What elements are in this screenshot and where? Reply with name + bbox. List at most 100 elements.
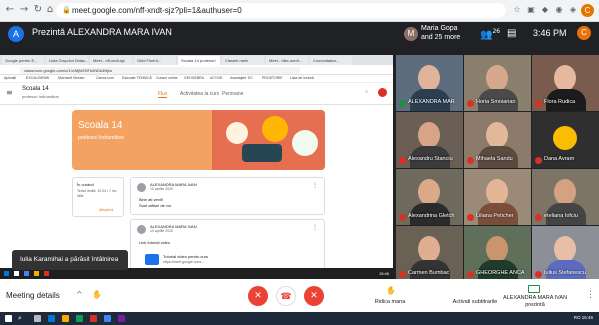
shared-tab: Meet - nff-xndt-sjz [90,56,132,65]
participant-tile[interactable]: ALEXANDRA MAR [396,55,463,111]
shared-tab: Lista Grupului Didac... [46,56,88,65]
windows-icon [4,271,9,276]
participant-name: Dana Avram [544,156,575,162]
self-avatar[interactable]: C [577,26,591,40]
search-icon [14,271,19,276]
bookmark: PROSTORIE [262,76,283,80]
profile-avatar[interactable]: C [581,4,594,17]
mic-off-icon [535,214,542,221]
chrome-icon[interactable] [104,315,111,322]
banner-illustration [212,110,325,170]
search-icon[interactable]: ⌕ [18,314,22,323]
shared-tab: Ghid Fluent... [134,56,176,65]
extension-icon[interactable]: ▣ [526,5,536,15]
more-options-icon[interactable]: ⋮ [586,289,595,300]
people-icon[interactable]: 👥26 [480,28,500,40]
participants-count: 26 [492,28,501,35]
reload-icon[interactable]: ↻ [32,4,44,16]
video-attachment-icon [145,254,159,265]
back-icon[interactable]: ← [4,4,16,16]
participants-line1: Maria Gopa [421,25,458,32]
forward-icon[interactable]: → [18,4,30,16]
app-icon[interactable] [76,315,83,322]
participant-tile[interactable]: Horia Smoiarian [464,55,531,111]
mic-off-icon [467,100,474,107]
shared-screen: Google pentru E... Lista Grupului Didac.… [0,55,393,279]
upcoming-title: În curând [77,182,94,187]
shared-tab: Meet - hike-acmf... [266,56,308,65]
participant-tile[interactable]: Alexandrina Gletch [396,169,463,225]
edge-icon[interactable] [48,315,55,322]
shared-bookmarks-bar: Aplicații EXCALIDRAW Microsoft Stream Ca… [0,75,393,83]
task-view-icon[interactable] [34,315,41,322]
camera-toggle-button[interactable]: ✕ [304,286,324,306]
participant-grid: ALEXANDRA MAR Horia Smoiarian Flora Rudi… [396,55,599,282]
participant-tile[interactable]: Flora Rudica [532,55,599,111]
mic-off-icon [535,157,542,164]
participant-name: Iulius Stefanescu [544,270,586,276]
shared-tab-active: Scoala 14 profesori [178,56,220,65]
upcoming-card: În curând Textul limită: 10.04 • 7 lec r… [72,177,124,217]
extension-icon[interactable]: ◆ [540,5,550,15]
participant-tile[interactable]: Iulius Stefanescu [532,226,599,282]
leave-call-button[interactable]: ☎ [276,286,296,306]
class-name: Scoala 14 [22,86,49,92]
address-bar[interactable]: 🔒 meet.google.com/nff-xndt-sjz?pli=1&aut… [56,3,506,18]
participant-name: Alexandrina Gletch [408,213,455,219]
chat-icon[interactable]: ▤ [507,28,516,39]
app-icon [44,271,49,276]
participant-tile[interactable]: Carmen Bumbac [396,226,463,282]
participant-tile[interactable]: Liliana Peticher [464,169,531,225]
star-icon[interactable]: ☆ [512,5,522,15]
participant-tile[interactable]: Alexandru Stanciu [396,112,463,168]
meet-header: A Prezintă ALEXANDRA MARA IVAN M Maria G… [0,22,599,54]
participants-summary[interactable]: Maria Gopa and 25 more [421,24,481,42]
extension-icon[interactable]: ◉ [554,5,564,15]
participant-video [418,236,440,262]
shared-tray-time: 15:46 [378,271,389,276]
hand-icon[interactable]: ✋ [92,290,102,299]
author-avatar [137,225,146,234]
presenting-name: ALEXANDRA MARA IVAN [502,295,568,301]
bookmark: Educație TEHNICĂ [122,76,152,80]
presenting-indicator[interactable]: ALEXANDRA MARA IVAN prezintă [500,295,570,309]
windows-start-icon[interactable] [5,315,12,322]
participant-tile[interactable]: Mihaela Sandu [464,112,531,168]
windows-taskbar: ⌕ RO 15:46 [0,312,599,325]
explorer-icon[interactable] [62,315,69,322]
participant-video [418,122,440,148]
participant-tile[interactable]: GHEORGHE ANCA [464,226,531,282]
post-date: 10 aprilie 2020 [150,187,173,191]
participant-video [418,65,440,91]
folder-icon [34,271,39,276]
app-icon[interactable] [118,315,125,322]
meeting-details-button[interactable]: Meeting details [6,291,60,300]
bookmark: EXCALIDRAW [26,76,50,80]
mic-toggle-button[interactable]: ✕ [248,286,268,306]
participant-video [486,122,508,148]
home-icon[interactable]: ⌂ [44,4,56,16]
participant-avatar: M [404,27,418,41]
participant-tile[interactable]: eteliana Iofciu [532,169,599,225]
bookmark: Microsoft Stream [58,76,85,80]
notification-toast: Iulia Karamihai a părăsit întâlnirea [12,250,128,270]
post-date: 10 aprilie 2020 [150,229,173,233]
participant-video [418,179,440,205]
shared-tab: Comunitatea... [310,56,352,65]
chevron-up-icon[interactable]: ^ [76,290,83,299]
participant-video [486,236,508,262]
participant-name: eteliana Iofciu [544,213,578,219]
mic-off-icon [399,271,406,278]
participant-tile[interactable]: Dana Avram [532,112,599,168]
more-icon: ⋮ [312,183,318,189]
participants-line2: and 25 more [421,34,461,41]
shared-tab: Google pentru E... [2,56,44,65]
raise-hand-button[interactable]: Ridica mana [362,299,418,305]
mic-off-icon [399,157,406,164]
bookmark: Cursuri online [156,76,178,80]
app-icon[interactable] [90,315,97,322]
bookmark: GEOGEBRA [184,76,205,80]
extension-icon[interactable]: ◈ [568,5,578,15]
participant-name: Liliana Peticher [476,213,514,219]
post-body: Sunt alături de voi. [139,203,173,208]
